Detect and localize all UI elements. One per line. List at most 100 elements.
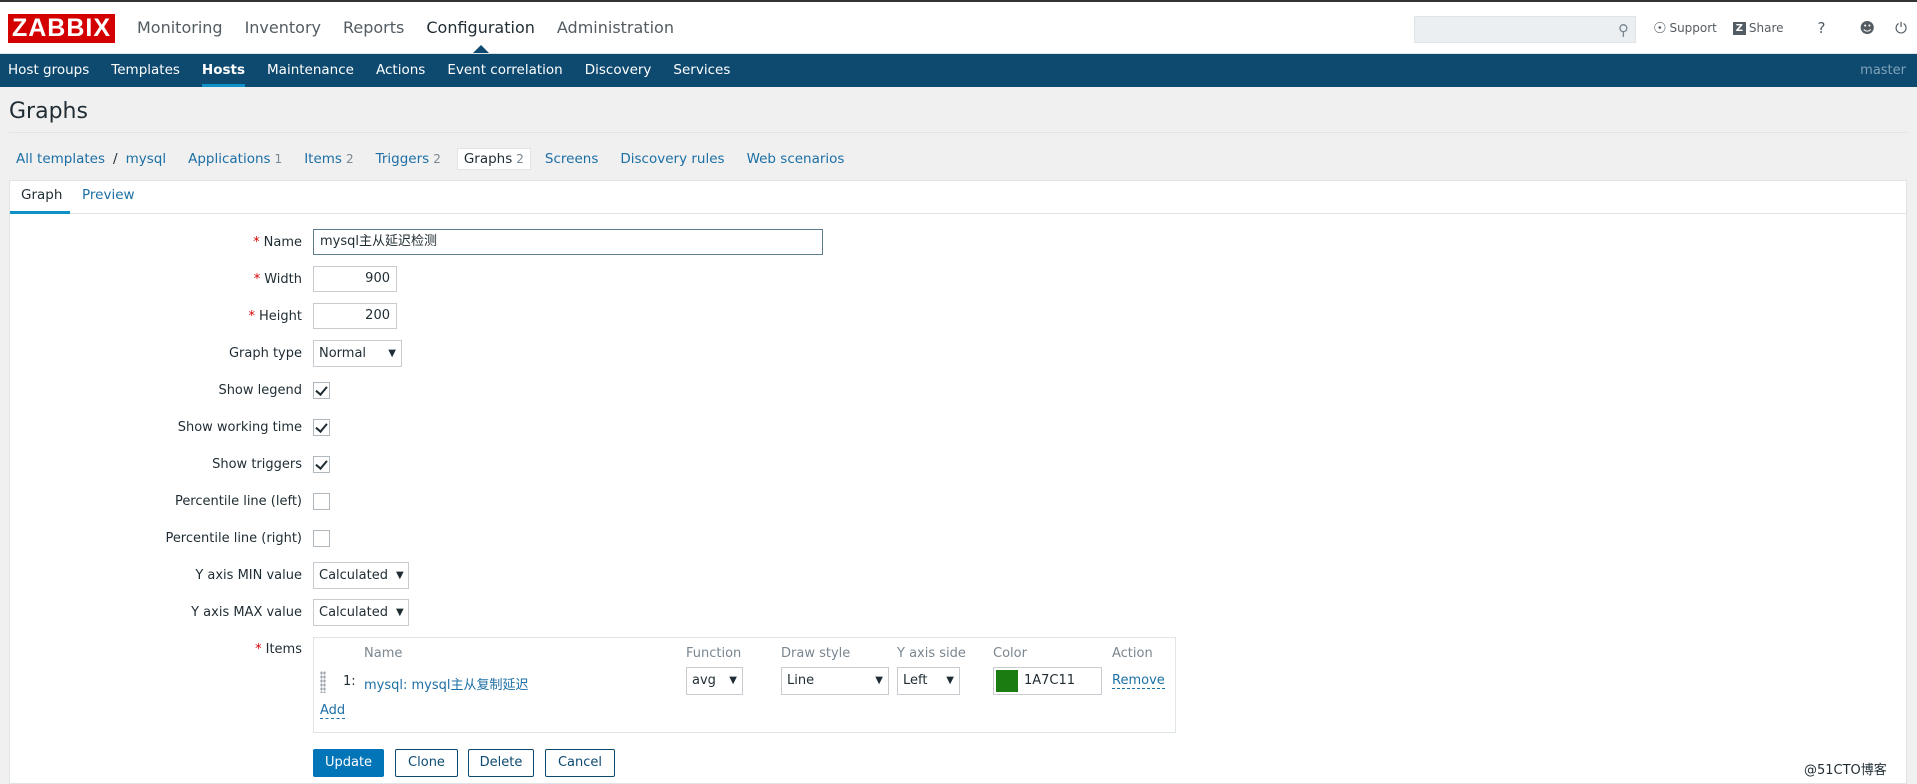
- width-label: * Width: [254, 272, 302, 287]
- logout-icon[interactable]: ⏻: [1895, 19, 1907, 37]
- headset-icon: ☉: [1653, 19, 1667, 37]
- nav-triggers[interactable]: Triggers 2: [376, 151, 441, 167]
- items-label-text: Items: [265, 642, 302, 657]
- required-mark: *: [255, 642, 262, 657]
- nav-screens-label: Screens: [544, 151, 599, 167]
- required-mark: *: [253, 272, 261, 287]
- menu-monitoring[interactable]: Monitoring: [137, 17, 223, 39]
- nav-applications[interactable]: Applications 1: [188, 151, 282, 167]
- column-header-color: Color: [993, 646, 1027, 661]
- tab-graph[interactable]: Graph: [21, 187, 62, 203]
- drag-handle-icon[interactable]: [320, 671, 326, 693]
- chevron-down-icon: ▼: [388, 348, 396, 359]
- name-input[interactable]: mysql主从延迟检测: [313, 229, 823, 255]
- nav-triggers-count: 2: [433, 152, 441, 166]
- graph-type-value: Normal: [319, 346, 367, 361]
- user-profile-icon[interactable]: ☻: [1860, 19, 1876, 37]
- breadcrumb-host[interactable]: mysql: [126, 151, 167, 167]
- y-min-select[interactable]: Calculated ▼: [313, 562, 409, 589]
- item-draw-style-select[interactable]: Line ▼: [781, 667, 889, 695]
- chevron-down-icon: ▼: [946, 675, 954, 686]
- search-icon[interactable]: ⚲: [1618, 21, 1629, 39]
- menu-configuration[interactable]: Configuration: [426, 17, 535, 53]
- share-link[interactable]: Z Share: [1732, 21, 1784, 35]
- show-working-time-checkbox[interactable]: [313, 419, 330, 436]
- support-link[interactable]: ☉ Support: [1653, 19, 1717, 37]
- required-mark: *: [248, 309, 256, 324]
- help-icon[interactable]: ?: [1818, 19, 1826, 37]
- submenu-maintenance[interactable]: Maintenance: [267, 62, 354, 79]
- y-min-label: Y axis MIN value: [195, 568, 302, 583]
- nav-triggers-label: Triggers: [375, 151, 430, 167]
- nav-graphs-label: Graphs: [463, 151, 513, 167]
- menu-reports[interactable]: Reports: [343, 17, 404, 39]
- width-input[interactable]: 900: [313, 266, 397, 292]
- item-draw-style-value: Line: [787, 673, 815, 688]
- zabbix-logo[interactable]: ZABBIX: [8, 14, 115, 43]
- page-title: Graphs: [9, 99, 88, 124]
- chevron-down-icon: ▼: [729, 675, 737, 686]
- items-table: Name Function Draw style Y axis side Col…: [313, 637, 1176, 733]
- submenu-event-correlation[interactable]: Event correlation: [447, 62, 562, 79]
- show-triggers-label: Show triggers: [212, 457, 302, 472]
- item-function-select[interactable]: avg ▼: [686, 667, 743, 695]
- submenu-templates[interactable]: Templates: [111, 62, 180, 79]
- show-triggers-checkbox[interactable]: [313, 456, 330, 473]
- clone-button[interactable]: Clone: [395, 749, 458, 777]
- delete-button[interactable]: Delete: [468, 749, 534, 777]
- sub-menu-bar: Host groups Templates Hosts Maintenance …: [0, 54, 1917, 87]
- nav-items[interactable]: Items 2: [304, 151, 353, 167]
- submenu-host-groups[interactable]: Host groups: [8, 62, 89, 79]
- item-name-link[interactable]: mysql: mysql主从复制延迟: [364, 674, 529, 693]
- item-y-axis-side-select[interactable]: Left ▼: [897, 667, 960, 695]
- submenu-hosts[interactable]: Hosts: [201, 62, 246, 87]
- percentile-left-label: Percentile line (left): [174, 494, 302, 509]
- active-tab-indicator: [10, 211, 70, 214]
- top-links: ☉ Support Z Share ? ☻ ⏻: [1653, 19, 1907, 37]
- breadcrumb: All templates / mysql Applications 1 Ite…: [16, 148, 844, 170]
- column-header-y-axis-side: Y axis side: [897, 646, 966, 661]
- nav-graphs[interactable]: Graphs 2: [456, 148, 531, 170]
- y-max-label: Y axis MAX value: [191, 605, 302, 620]
- y-max-select[interactable]: Calculated ▼: [313, 599, 409, 626]
- column-header-action: Action: [1112, 646, 1153, 661]
- submenu-actions[interactable]: Actions: [376, 62, 425, 79]
- graph-type-label: Graph type: [228, 346, 302, 361]
- add-item-link[interactable]: Add: [320, 704, 346, 719]
- search-input[interactable]: ⚲: [1414, 16, 1636, 43]
- nav-graphs-count: 2: [516, 152, 524, 166]
- item-color-value: 1A7C11: [1024, 673, 1076, 688]
- nav-screens[interactable]: Screens: [545, 151, 598, 167]
- show-legend-checkbox[interactable]: [313, 382, 330, 399]
- menu-inventory[interactable]: Inventory: [245, 17, 321, 39]
- submenu-services[interactable]: Services: [673, 62, 730, 79]
- submenu-discovery[interactable]: Discovery: [585, 62, 652, 79]
- chevron-down-icon: ▼: [875, 675, 883, 686]
- cancel-button[interactable]: Cancel: [545, 749, 615, 777]
- chevron-down-icon: ▼: [395, 607, 404, 618]
- server-name: master: [1860, 63, 1906, 78]
- name-label-text: Name: [263, 235, 302, 250]
- percentile-left-checkbox[interactable]: [313, 493, 330, 510]
- height-input[interactable]: 200: [313, 303, 397, 329]
- nav-discovery-rules[interactable]: Discovery rules: [620, 151, 724, 167]
- nav-items-label: Items: [304, 151, 342, 167]
- breadcrumb-all-templates[interactable]: All templates: [16, 151, 105, 167]
- height-label: * Height: [249, 309, 302, 324]
- nav-web-scenarios[interactable]: Web scenarios: [747, 151, 845, 167]
- color-swatch[interactable]: [996, 670, 1018, 692]
- items-label: * Items: [255, 642, 302, 657]
- percentile-right-checkbox[interactable]: [313, 530, 330, 547]
- y-max-value: Calculated: [319, 605, 388, 620]
- item-color-picker[interactable]: 1A7C11: [993, 667, 1102, 695]
- tab-preview[interactable]: Preview: [82, 187, 135, 203]
- breadcrumb-separator: /: [113, 151, 118, 167]
- graph-type-select[interactable]: Normal ▼: [313, 340, 402, 367]
- item-y-axis-side-value: Left: [903, 673, 928, 688]
- menu-administration[interactable]: Administration: [557, 17, 674, 39]
- width-label-text: Width: [264, 272, 302, 287]
- update-button[interactable]: Update: [313, 749, 384, 777]
- share-label: Share: [1748, 21, 1784, 35]
- column-header-draw-style: Draw style: [781, 646, 851, 661]
- item-remove-link[interactable]: Remove: [1112, 674, 1165, 689]
